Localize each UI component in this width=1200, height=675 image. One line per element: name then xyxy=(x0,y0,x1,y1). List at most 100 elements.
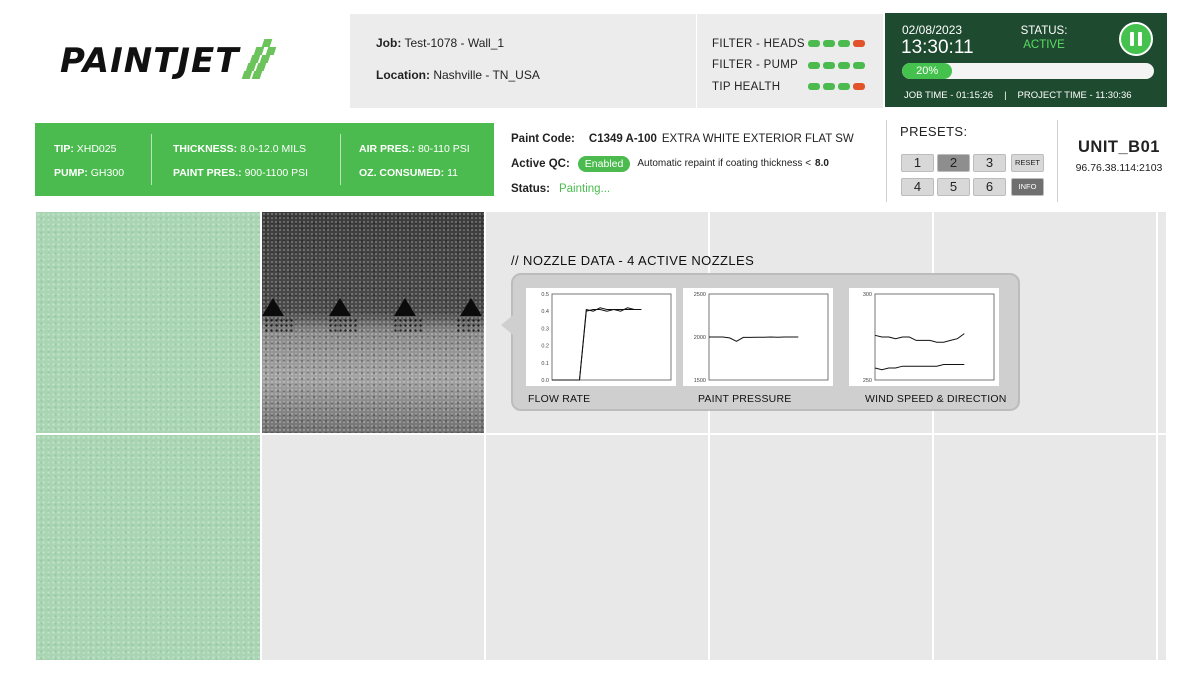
y-tick-label: 2500 xyxy=(694,292,706,298)
job-label: Job: xyxy=(376,36,402,50)
paint-status-label: Status: xyxy=(511,182,550,195)
paint-pressure-chart: 2500 2000 1500 xyxy=(683,288,833,386)
oz-consumed-spec: OZ. CONSUMED: 11 xyxy=(359,167,458,179)
grid-line xyxy=(1156,212,1158,660)
pause-icon xyxy=(1130,32,1134,46)
nozzle-marker-icon xyxy=(394,298,416,316)
preset-5-button[interactable]: 5 xyxy=(937,178,970,196)
job-value: Test-1078 - Wall_1 xyxy=(404,36,505,50)
flow-rate-chart: 0.5 0.4 0.3 0.2 0.1 0.0 xyxy=(526,288,676,386)
paint-code-label: Paint Code: xyxy=(511,132,575,145)
thickness-spec: THICKNESS: 8.0-12.0 MILS xyxy=(173,143,306,155)
location-value: Nashville - TN_USA xyxy=(433,68,540,82)
spray-pattern xyxy=(264,318,294,332)
status-dot xyxy=(823,40,835,48)
filter-heads-label: FILTER - HEADS xyxy=(712,37,805,50)
y-tick-label: 0.4 xyxy=(541,309,549,315)
unit-ip-address: 96.76.38.114:2103 xyxy=(1075,162,1163,174)
filter-pump-indicators xyxy=(808,61,865,69)
status-dot xyxy=(853,61,865,69)
air-pres-label: AIR PRES.: xyxy=(359,143,416,155)
status-dot xyxy=(808,40,820,48)
unit-name: UNIT_B01 xyxy=(1078,138,1160,156)
y-tick-label: 0.3 xyxy=(541,326,549,332)
painted-tile[interactable] xyxy=(36,435,260,660)
flow-rate-label: FLOW RATE xyxy=(528,393,591,405)
info-button[interactable]: INFO xyxy=(1011,178,1044,196)
filter-pump-row: FILTER - PUMP xyxy=(712,55,883,77)
status-dot xyxy=(838,40,850,48)
wind-speed-chart: 300 250 xyxy=(849,288,999,386)
qc-threshold: 8.0 xyxy=(815,158,829,169)
preset-2-button[interactable]: 2 xyxy=(937,154,970,172)
y-tick-label: 250 xyxy=(863,378,872,384)
tip-health-indicators xyxy=(808,83,865,91)
spray-pattern xyxy=(393,318,423,332)
location-label: Location: xyxy=(376,68,430,82)
preset-4-button[interactable]: 4 xyxy=(901,178,934,196)
grid-line xyxy=(484,212,486,660)
spray-specs-panel: TIP: XHD025 PUMP: GH300 THICKNESS: 8.0-1… xyxy=(35,123,494,196)
grid-line xyxy=(260,212,262,660)
y-tick-label: 1500 xyxy=(694,378,706,384)
current-time: 13:30:11 xyxy=(901,37,974,58)
series-line xyxy=(552,307,642,381)
job-row: Job: Test-1078 - Wall_1 xyxy=(376,36,670,56)
status-value: ACTIVE xyxy=(1023,39,1065,51)
painted-tile[interactable] xyxy=(36,212,260,433)
logo-text: PAINTJET xyxy=(60,41,240,81)
status-dot xyxy=(823,83,835,91)
pause-icon xyxy=(1138,32,1142,46)
presets-panel: PRESETS: 1 2 3 RESET 4 5 6 INFO xyxy=(886,120,1058,202)
chart-frame xyxy=(874,293,995,381)
status-dot-warning xyxy=(853,40,865,48)
project-time: PROJECT TIME - 11:30:36 xyxy=(1017,90,1132,101)
nozzle-marker-icon xyxy=(460,298,482,316)
y-tick-label: 0.2 xyxy=(541,344,549,350)
status-dot-warning xyxy=(853,83,865,91)
wind-speed-svg: 300 250 xyxy=(863,292,995,384)
tip-value: XHD025 xyxy=(76,143,117,155)
series-line xyxy=(709,336,799,342)
pump-spec: PUMP: GH300 xyxy=(54,167,124,179)
paint-code-desc: EXTRA WHITE EXTERIOR FLAT SW xyxy=(661,132,854,145)
nozzle-marker-icon xyxy=(262,298,284,316)
spec-divider xyxy=(340,134,341,185)
pump-label: PUMP: xyxy=(54,167,88,179)
status-dot xyxy=(838,61,850,69)
filter-pump-label: FILTER - PUMP xyxy=(712,59,799,72)
job-progress-bar: 20% xyxy=(902,63,1154,79)
job-status-panel: 02/08/2023 13:30:11 STATUS: ACTIVE 20% J… xyxy=(885,13,1167,107)
series-line xyxy=(874,333,965,343)
progress-text: 20% xyxy=(916,65,939,77)
status-dot xyxy=(808,83,820,91)
tip-health-label: TIP HEALTH xyxy=(712,80,781,93)
y-tick-label: 0.0 xyxy=(541,378,549,384)
oz-value: 11 xyxy=(447,167,458,179)
flow-rate-svg: 0.5 0.4 0.3 0.2 0.1 0.0 xyxy=(541,292,672,384)
preset-3-button[interactable]: 3 xyxy=(973,154,1006,172)
status-dot xyxy=(823,61,835,69)
reset-button[interactable]: RESET xyxy=(1011,154,1044,172)
preset-1-button[interactable]: 1 xyxy=(901,154,934,172)
tip-spec: TIP: XHD025 xyxy=(54,143,116,155)
progress-fill: 20% xyxy=(902,63,953,79)
air-pres-spec: AIR PRES.: 80-110 PSI xyxy=(359,143,470,155)
paint-pres-spec: PAINT PRES.: 900-1100 PSI xyxy=(173,167,308,179)
pause-button[interactable] xyxy=(1119,22,1153,56)
paintjet-logo: PAINTJET xyxy=(60,36,330,86)
oz-label: OZ. CONSUMED: xyxy=(359,167,445,179)
thickness-value: 8.0-12.0 MILS xyxy=(240,143,307,155)
filter-heads-row: FILTER - HEADS xyxy=(712,33,883,55)
preset-6-button[interactable]: 6 xyxy=(973,178,1006,196)
active-qc-label: Active QC: xyxy=(511,157,570,170)
logo-checker-icon xyxy=(241,39,277,83)
tip-health-row: TIP HEALTH xyxy=(712,76,883,98)
nozzle-data-card: 0.5 0.4 0.3 0.2 0.1 0.0 FLOW RATE 2500 2000 150… xyxy=(501,273,1020,411)
spec-divider xyxy=(151,134,152,185)
wind-speed-label: WIND SPEED & DIRECTION xyxy=(865,393,1007,405)
qc-enabled-toggle[interactable]: Enabled xyxy=(577,155,631,172)
status-dot xyxy=(808,61,820,69)
thickness-label: THICKNESS: xyxy=(173,143,238,155)
nozzle-camera-feed xyxy=(262,212,484,433)
